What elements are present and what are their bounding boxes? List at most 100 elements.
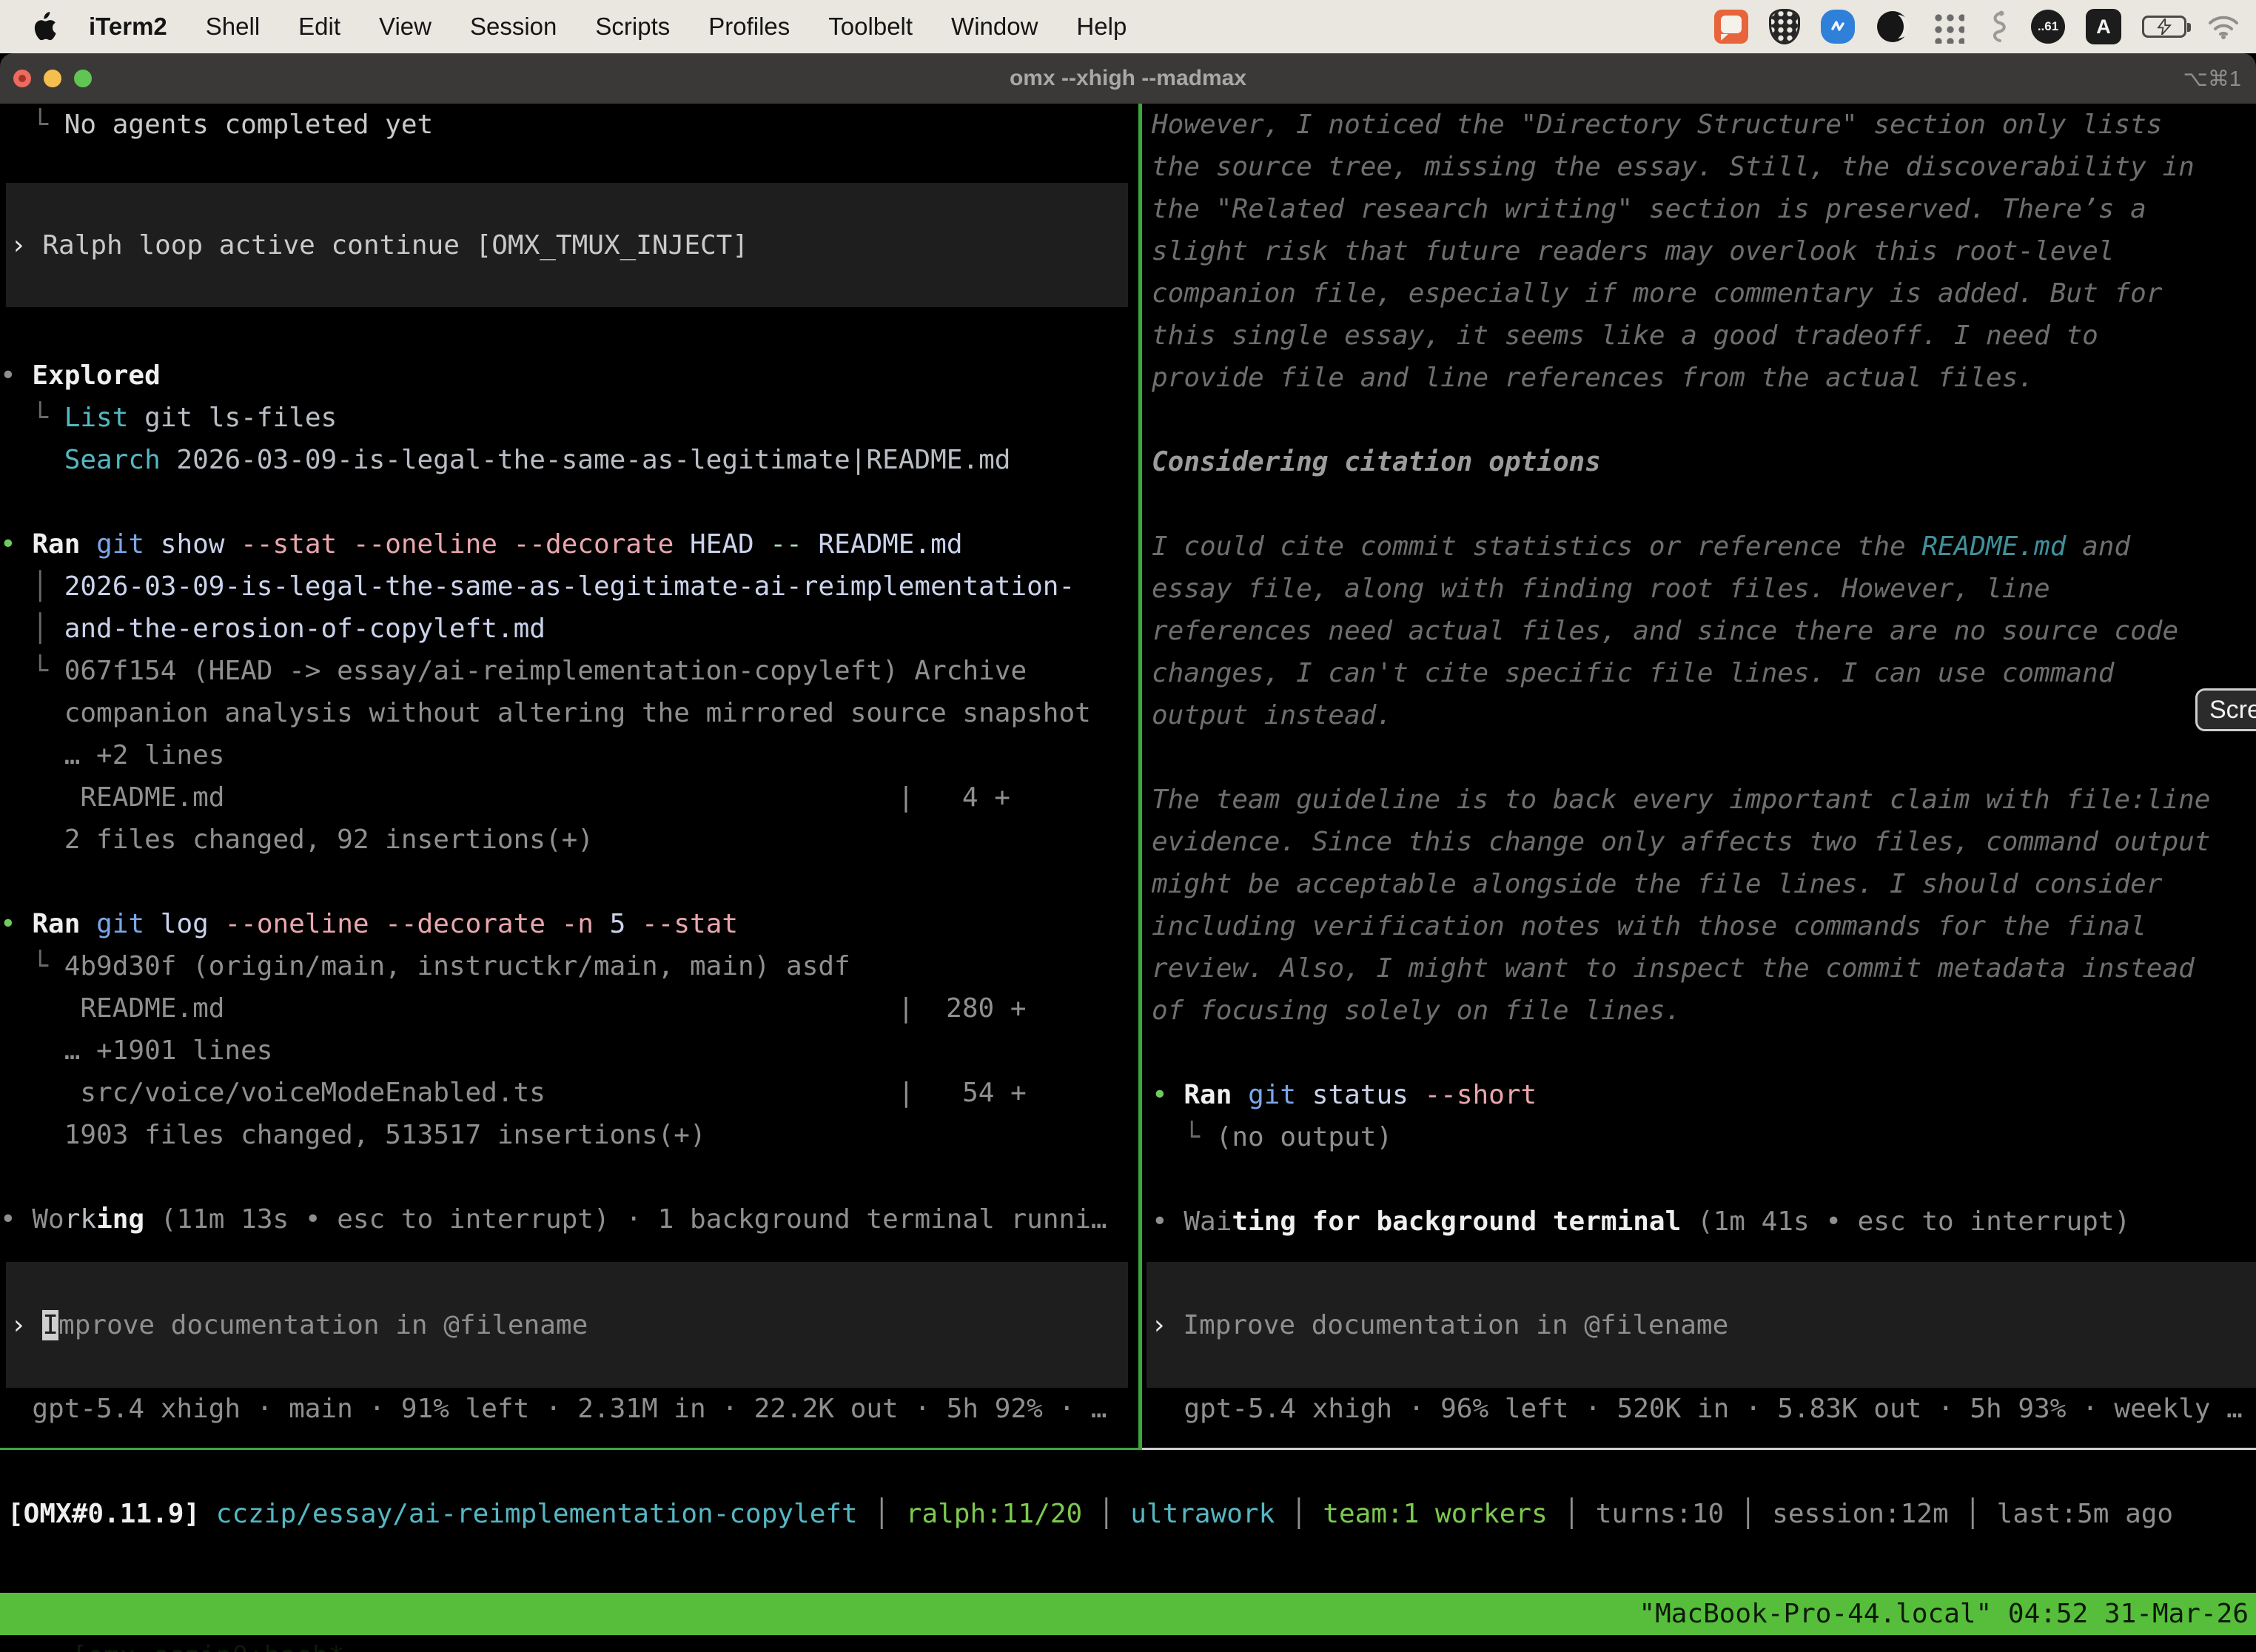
count-badge-icon[interactable]: ..61 [2031, 10, 2065, 44]
text-segment: ing [96, 1204, 144, 1235]
text-segment: -- [754, 529, 802, 560]
text-segment: › [1151, 1310, 1183, 1340]
text-segment: │ [1548, 1499, 1596, 1529]
terminal-row: └ (no output) [1152, 1116, 2256, 1158]
left-injected-prompt-box[interactable]: › Ralph loop active continue [OMX_TMUX_I… [6, 183, 1128, 307]
text-segment: › [10, 1310, 42, 1340]
text-segment: List [64, 403, 129, 433]
text-segment: and-the-erosion-of-copyleft.md [64, 614, 545, 644]
screen-overlay-pill[interactable]: Scre [2195, 688, 2256, 731]
minimize-button[interactable] [44, 70, 61, 87]
text-segment: └ [0, 403, 64, 433]
terminal-row: evidence. Since this change only affects… [1152, 821, 2256, 863]
text-segment: … +1901 lines [0, 1035, 272, 1066]
wifi-icon[interactable] [2207, 14, 2240, 39]
text-segment: • [1152, 1206, 1184, 1237]
menu-item-scripts[interactable]: Scripts [595, 13, 670, 41]
text-segment: team:1 workers [1323, 1499, 1547, 1529]
text-segment: (11m 13s • esc to interrupt) · 1 backgro… [144, 1204, 1107, 1235]
text-segment: companion analysis without altering the … [0, 698, 1091, 728]
shield-grid-icon[interactable] [1769, 9, 1800, 44]
terminal-row [1152, 1032, 2256, 1074]
text-segment: the source tree, missing the essay. Stil… [1152, 152, 2195, 182]
keyboard-a-icon[interactable]: A [2086, 9, 2121, 44]
blue-badge-icon[interactable] [1821, 10, 1855, 44]
battery-icon[interactable] [2142, 16, 2186, 38]
text-segment: Search [64, 445, 161, 475]
text-segment: │ [0, 571, 64, 602]
window-title-bar[interactable]: omx --xhigh --madmax ⌥⌘1 [0, 53, 2256, 104]
left-input-box[interactable]: › Improve documentation in @filename [6, 1262, 1128, 1388]
menu-item-shell[interactable]: Shell [206, 13, 260, 41]
terminal-row: └ 4b9d30f (origin/main, instructkr/main,… [0, 945, 1138, 987]
screen: iTerm2 Shell Edit View Session Scripts Profile… [0, 0, 2256, 1652]
text-segment: gpt-5.4 xhigh · main · 91% left · 2.31M … [0, 1394, 1107, 1424]
close-button[interactable] [13, 70, 31, 87]
terminal-row: src/voice/voiceModeEnabled.ts| 54 + [0, 1072, 1138, 1114]
text-segment: Ran [1184, 1080, 1232, 1110]
text-segment: output instead. [1152, 700, 1392, 731]
left-pane[interactable]: └ No agents completed yet › Ralph loop a… [0, 104, 1138, 1450]
kaleidoscope-icon[interactable] [1876, 10, 1910, 44]
terminal-row: README.md| 4 + [0, 776, 1138, 819]
terminal-row: slight risk that future readers may over… [1152, 230, 2256, 272]
terminal-row: 2 files changed, 92 insertions(+) [0, 819, 1138, 861]
text-segment: of focusing solely on file lines. [1152, 995, 1681, 1026]
terminal-row: … +2 lines [0, 734, 1138, 776]
left-pane-main-output: • Explored └ List git ls-files Search 20… [0, 355, 1138, 1156]
text-segment: No agents completed yet [64, 110, 434, 140]
terminal-row: including verification notes with those … [1152, 905, 2256, 947]
menu-item-session[interactable]: Session [470, 13, 557, 41]
right-pane-body: However, I noticed the "Directory Struct… [1152, 104, 2256, 1201]
text-segment: status [1296, 1080, 1409, 1110]
terminal-row [1152, 483, 2256, 526]
terminal-row: • Ran git status --short [1152, 1074, 2256, 1116]
right-pane[interactable]: However, I noticed the "Directory Struct… [1142, 104, 2256, 1450]
text-segment: session:12m [1772, 1499, 1948, 1529]
text-segment: git [80, 529, 144, 560]
menu-item-view[interactable]: View [379, 13, 432, 41]
menu-item-toolbelt[interactable]: Toolbelt [828, 13, 913, 41]
text-segment: │ [1949, 1499, 1997, 1529]
terminal-row: › Improve documentation in @filename [1151, 1304, 1728, 1346]
text-segment: README.md [0, 782, 224, 813]
text-segment: … +2 lines [0, 740, 224, 770]
terminal-row: essay file, along with finding root file… [1152, 568, 2256, 610]
messages-icon[interactable] [1714, 10, 1748, 44]
text-segment: └ [0, 656, 64, 686]
menu-item-edit[interactable]: Edit [298, 13, 340, 41]
menu-item-help[interactable]: Help [1076, 13, 1127, 41]
text-segment: └ [0, 951, 64, 981]
right-input-box[interactable]: › Improve documentation in @filename [1147, 1262, 2256, 1388]
text-segment: --short [1409, 1080, 1537, 1110]
text-segment: --stat --oneline --decorate [224, 529, 674, 560]
apple-logo-icon[interactable] [31, 10, 61, 43]
terminal-row: review. Also, I might want to inspect th… [1152, 947, 2256, 990]
tmux-session-label: [omx-cczip0:bash* [72, 1641, 344, 1652]
text-segment: 2 files changed, 92 insertions(+) [0, 825, 594, 855]
text-segment: might be acceptable alongside the file l… [1152, 869, 2162, 899]
menu-item-iterm2[interactable]: iTerm2 [89, 13, 167, 41]
text-segment: slight risk that future readers may over… [1152, 236, 2114, 266]
zoom-button[interactable] [74, 70, 92, 87]
dots-grid-icon[interactable] [1930, 10, 1964, 44]
terminal-row: › Improve documentation in @filename [10, 1304, 588, 1346]
text-segment: 4b9d30f (origin/main, instructkr/main, m… [64, 951, 850, 981]
terminal-row: README.md| 280 + [0, 987, 1138, 1030]
terminal-row [0, 861, 1138, 903]
text-segment: The team guideline is to back every impo… [1152, 785, 2210, 815]
text-segment: Ran [32, 529, 80, 560]
squiggle-icon[interactable] [1985, 10, 2010, 44]
menu-item-window[interactable]: Window [951, 13, 1038, 41]
terminal-row: changes, I can't cite specific file line… [1152, 652, 2256, 694]
traffic-lights [13, 53, 92, 104]
terminal-row: › Ralph loop active continue [OMX_TMUX_I… [10, 224, 748, 266]
tmux-status-bar[interactable]: [omx-cczip0:bash* "MacBook-Pro-44.local"… [0, 1593, 2256, 1635]
text-segment: ralph:11/20 [906, 1499, 1082, 1529]
text-segment: (1m 41s • esc to interrupt) [1681, 1206, 2130, 1237]
text-segment: │ [1724, 1499, 1772, 1529]
text-segment: └ [1152, 1122, 1216, 1152]
text-segment: │ [1082, 1499, 1130, 1529]
terminal-row: • Working (11m 13s • esc to interrupt) ·… [0, 1198, 1138, 1240]
menu-item-profiles[interactable]: Profiles [708, 13, 790, 41]
